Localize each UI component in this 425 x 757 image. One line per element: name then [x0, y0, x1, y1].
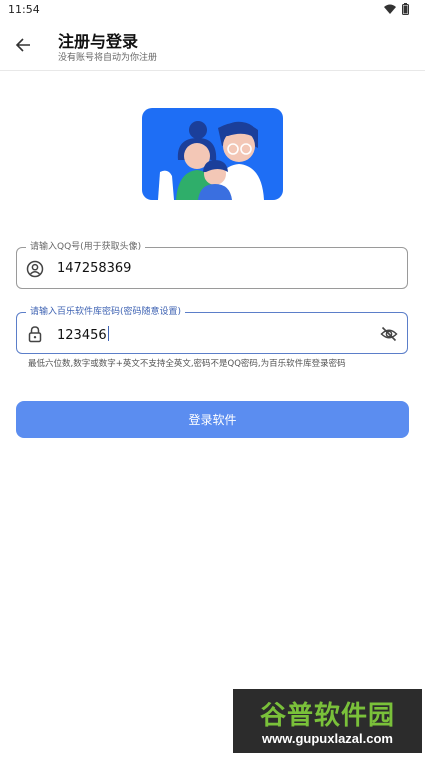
- text-caret: [107, 326, 109, 341]
- status-bar: 11:54: [0, 0, 425, 22]
- qq-field-label: 请输入QQ号(用于获取头像): [26, 241, 146, 253]
- login-button-label: 登录软件: [188, 413, 237, 427]
- visibility-off-icon[interactable]: [380, 325, 398, 343]
- family-illustration: [142, 108, 283, 200]
- lock-icon: [28, 326, 42, 343]
- password-input[interactable]: 123456: [57, 326, 109, 344]
- password-hint: 最低六位数,数字或数字+英文不支持全英文,密码不是QQ密码,为百乐软件库登录密码: [28, 359, 346, 369]
- page-subtitle: 没有账号将自动为你注册: [58, 53, 158, 63]
- status-icons: [384, 3, 409, 15]
- back-button[interactable]: [10, 32, 36, 58]
- app-bar: 注册与登录 没有账号将自动为你注册: [0, 22, 425, 71]
- qq-input[interactable]: 147258369: [57, 261, 131, 277]
- status-time: 11:54: [8, 3, 40, 16]
- page-title: 注册与登录: [58, 32, 139, 51]
- watermark: 谷普软件园 www.gupuxlazal.com: [233, 689, 422, 753]
- password-field[interactable]: 请输入百乐软件库密码(密码随意设置) 123456: [16, 306, 408, 354]
- watermark-url: www.gupuxlazal.com: [262, 731, 393, 746]
- login-button[interactable]: 登录软件: [16, 401, 409, 438]
- watermark-name: 谷普软件园: [259, 701, 395, 731]
- password-value: 123456: [57, 328, 107, 343]
- battery-icon: [402, 3, 409, 15]
- qq-field[interactable]: 请输入QQ号(用于获取头像) 147258369: [16, 241, 408, 289]
- arrow-left-icon: [15, 38, 30, 52]
- wifi-icon: [384, 4, 396, 14]
- password-field-label: 请输入百乐软件库密码(密码随意设置): [26, 306, 186, 318]
- account-circle-icon: [26, 260, 44, 278]
